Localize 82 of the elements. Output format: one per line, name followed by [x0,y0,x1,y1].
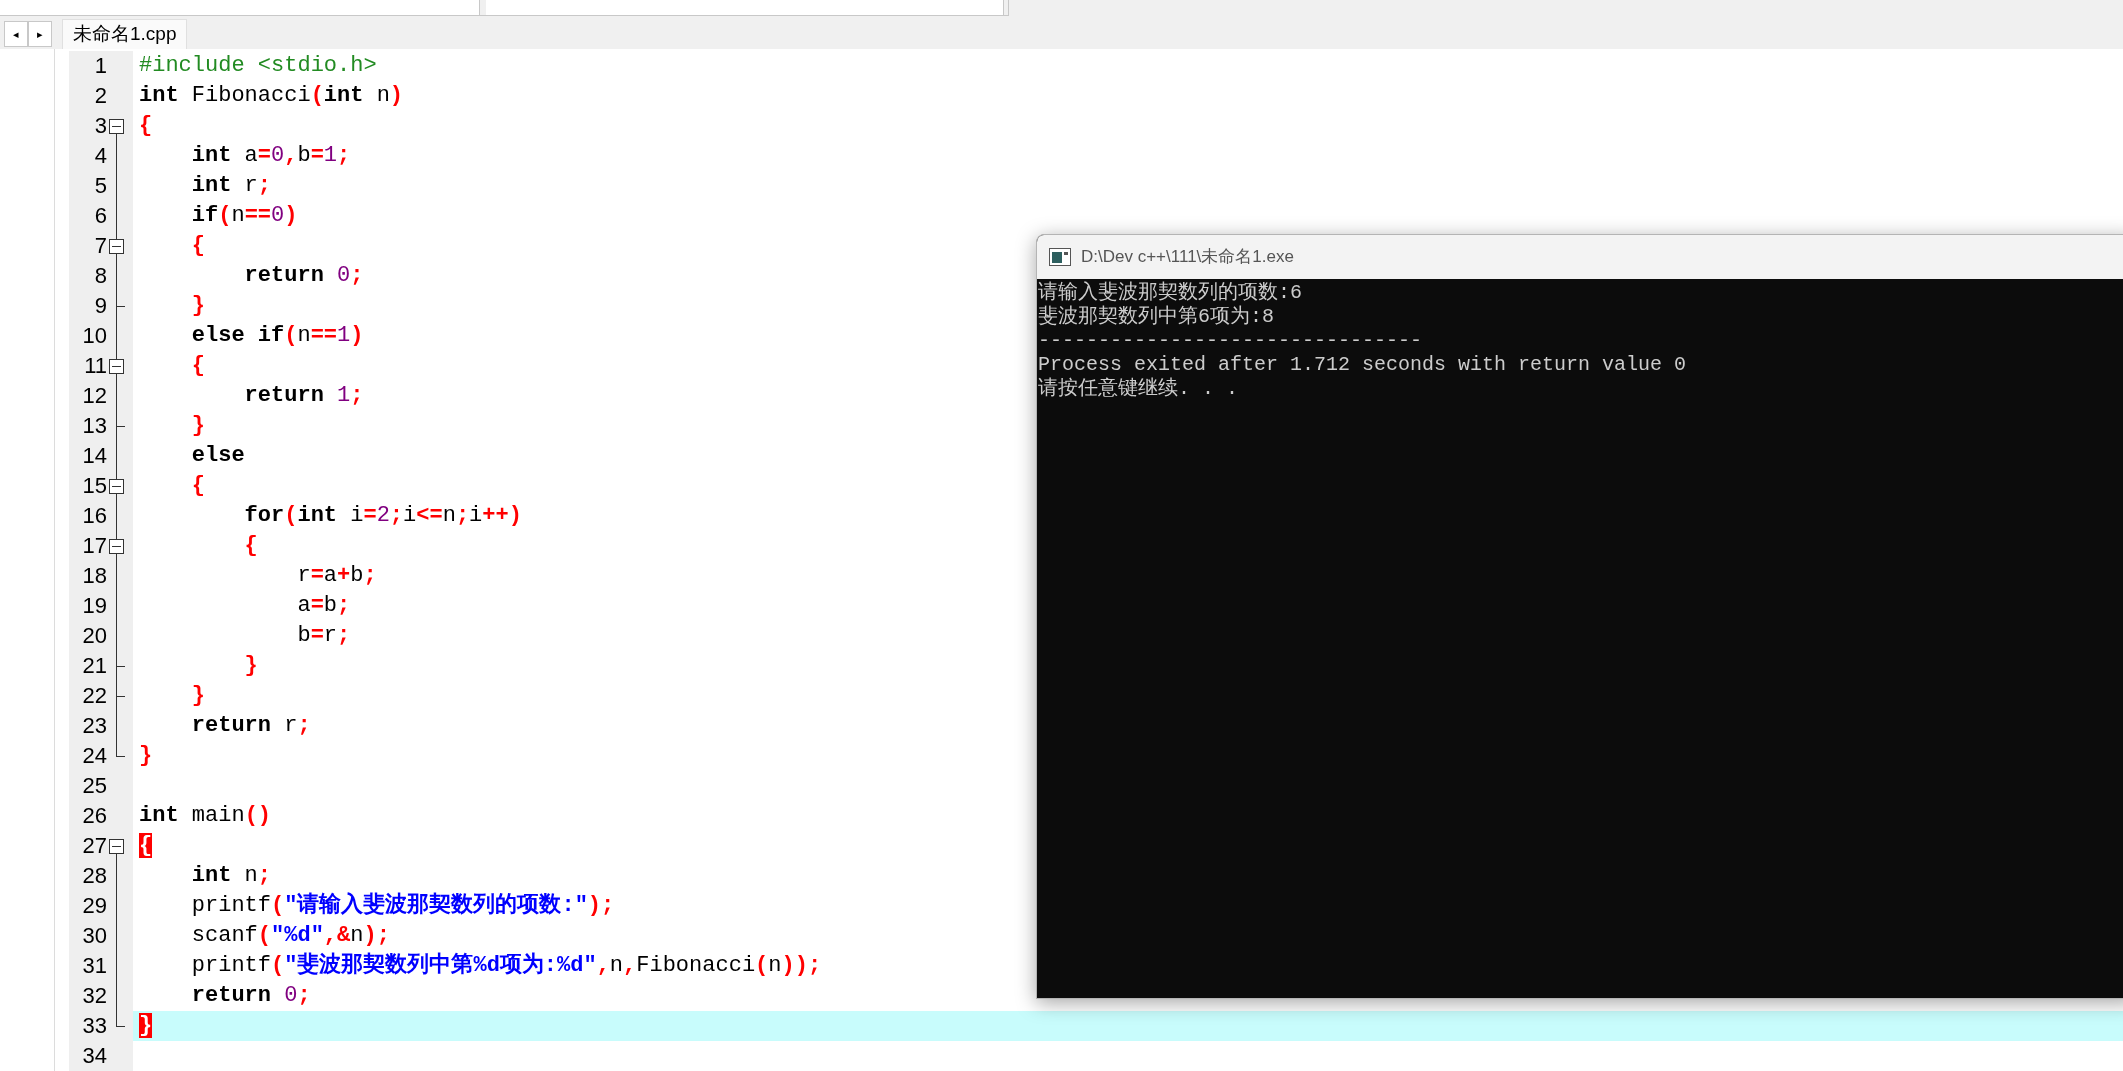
code-line: else [190,443,245,469]
tab-scroll-button[interactable]: ▸ [28,21,52,47]
line-number: 1 [93,52,107,80]
code-line: { [139,113,153,139]
line-number: 8 [93,262,107,290]
collapse-icon[interactable] [109,839,124,854]
code-line: return 0; [190,983,311,1009]
line-number: 27 [81,832,107,860]
console-output-line: 请输入斐波那契数列的项数:6 [1038,281,1302,305]
line-number: 32 [81,982,107,1010]
line-number: 19 [81,592,107,620]
code-line: printf("斐波那契数列中第%d项为:%d",n,Fibonacci(n)); [190,953,822,979]
line-number: 17 [81,532,107,560]
line-number: 31 [81,952,107,980]
code-line: } [190,683,205,709]
line-number: 4 [93,142,107,170]
line-number: 29 [81,892,107,920]
file-tab[interactable]: 未命名1.cpp [62,19,188,49]
code-line: { [243,533,258,559]
code-line: { [190,233,205,259]
code-line: return r; [190,713,311,739]
console-output-line: Process exited after 1.712 seconds with return value 0 [1038,353,1687,377]
line-number: 22 [81,682,107,710]
line-number: 21 [81,652,107,680]
code-line: b=r; [296,623,351,649]
line-number: 5 [93,172,107,200]
line-number: 18 [81,562,107,590]
line-number: 7 [93,232,107,260]
line-number: 24 [81,742,107,770]
code-line: int a=0,b=1; [190,143,351,169]
collapse-icon[interactable] [109,359,124,374]
collapse-icon[interactable] [109,539,124,554]
code-line: } [190,293,205,319]
line-number: 16 [81,502,107,530]
line-number: 6 [93,202,107,230]
console-output-line: 请按任意键继续. . . [1038,377,1238,401]
console-icon [1049,248,1071,266]
line-number: 13 [81,412,107,440]
line-number: 34 [81,1042,107,1070]
code-line: printf("请输入斐波那契数列的项数:"); [190,893,615,919]
code-line: return 1; [243,383,364,409]
code-line: } [243,653,258,679]
line-number: 30 [81,922,107,950]
line-number: 25 [81,772,107,800]
console-title: D:\Dev c++\111\未命名1.exe [1081,246,1294,269]
line-number: 12 [81,382,107,410]
dropdown-field[interactable] [486,0,1004,16]
code-line: int Fibonacci(int n) [139,83,404,109]
code-line: int main() [139,803,272,829]
console-output-line: 斐波那契数列中第6项为:8 [1038,305,1274,329]
code-line: } [190,413,205,439]
line-number: 28 [81,862,107,890]
code-line: if(n==0) [190,203,298,229]
code-line: #include <stdio.h> [139,53,377,79]
collapse-icon[interactable] [109,119,124,134]
line-number: 14 [81,442,107,470]
code-line: else if(n==1) [190,323,364,349]
code-line: { [190,473,205,499]
code-line: return 0; [243,263,364,289]
line-number: 20 [81,622,107,650]
line-number: 3 [93,112,107,140]
code-line: for(int i=2;i<=n;i++) [243,503,522,529]
line-number: 2 [93,82,107,110]
line-number: 33 [81,1012,107,1040]
collapse-icon[interactable] [109,239,124,254]
line-number: 15 [81,472,107,500]
tab-scroll-button[interactable]: ◂ [4,21,28,47]
line-number: 26 [81,802,107,830]
code-line: r=a+b; [296,563,377,589]
collapse-icon[interactable] [109,479,124,494]
code-line: { [190,353,205,379]
code-line: } [139,743,153,769]
line-number: 11 [83,352,107,380]
dropdown-field[interactable] [0,0,480,16]
code-line: int r; [190,173,272,199]
code-line: a=b; [296,593,351,619]
code-line: scanf("%d",&n); [190,923,390,949]
console-output-line: -------------------------------- [1038,329,1423,353]
line-number: 10 [81,322,107,350]
line-number: 9 [93,292,107,320]
line-number: 23 [81,712,107,740]
code-line: int n; [190,863,272,889]
